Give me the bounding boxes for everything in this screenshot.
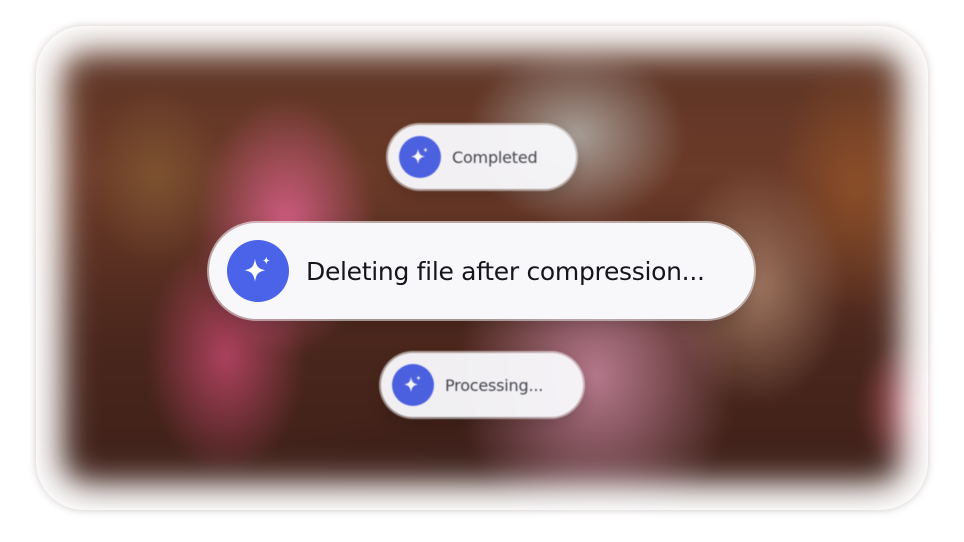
- status-pill-completed: Completed: [388, 125, 576, 189]
- sparkle-icon: [392, 364, 434, 406]
- status-pill-processing: Processing...: [381, 353, 583, 417]
- status-pill-label: Processing...: [445, 375, 544, 395]
- sparkle-icon: [227, 240, 289, 302]
- status-pill-label: Deleting file after compression...: [306, 256, 705, 286]
- sparkle-icon: [399, 136, 441, 178]
- status-pill-label: Completed: [452, 147, 538, 167]
- stage: Completed Deleting file after compressio…: [0, 0, 964, 542]
- status-pill-current: Deleting file after compression...: [209, 223, 754, 319]
